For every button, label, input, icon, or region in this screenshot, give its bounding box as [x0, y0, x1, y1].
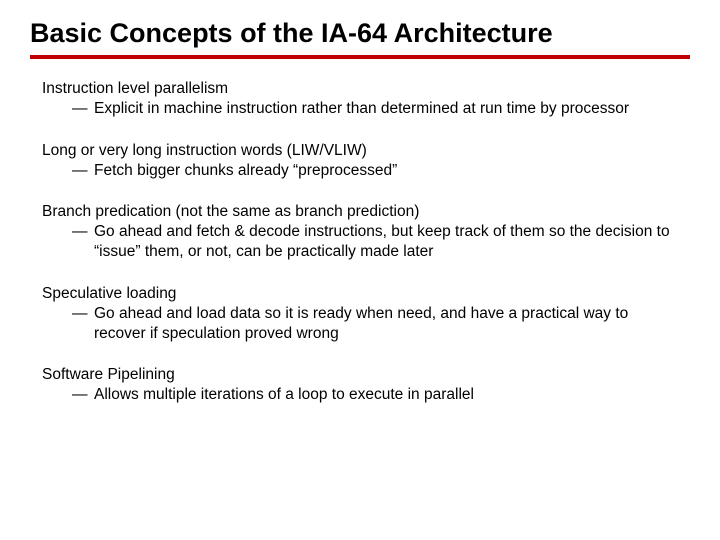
topic-sub: — Go ahead and load data so it is ready …: [30, 304, 690, 344]
topic-sub: — Go ahead and fetch & decode instructio…: [30, 222, 690, 262]
topic-vliw: Long or very long instruction words (LIW…: [30, 141, 690, 181]
topic-speculative: Speculative loading — Go ahead and load …: [30, 284, 690, 343]
topic-pipelining: Software Pipelining — Allows multiple it…: [30, 365, 690, 405]
slide-title: Basic Concepts of the IA-64 Architecture: [30, 18, 690, 59]
topic-sub-text: Allows multiple iterations of a loop to …: [94, 385, 680, 405]
bullet-dash-icon: —: [72, 385, 94, 405]
topic-sub-text: Fetch bigger chunks already “preprocesse…: [94, 161, 680, 181]
topic-sub: — Fetch bigger chunks already “preproces…: [30, 161, 690, 181]
slide-body: Instruction level parallelism — Explicit…: [30, 79, 690, 405]
topic-head: Instruction level parallelism: [30, 79, 690, 99]
bullet-dash-icon: —: [72, 222, 94, 262]
topic-head: Branch predication (not the same as bran…: [30, 202, 690, 222]
topic-head: Long or very long instruction words (LIW…: [30, 141, 690, 161]
topic-sub-text: Go ahead and load data so it is ready wh…: [94, 304, 680, 344]
topic-sub: — Explicit in machine instruction rather…: [30, 99, 690, 119]
slide: Basic Concepts of the IA-64 Architecture…: [0, 0, 720, 540]
bullet-dash-icon: —: [72, 304, 94, 344]
topic-predication: Branch predication (not the same as bran…: [30, 202, 690, 261]
bullet-dash-icon: —: [72, 161, 94, 181]
topic-sub-text: Go ahead and fetch & decode instructions…: [94, 222, 680, 262]
bullet-dash-icon: —: [72, 99, 94, 119]
topic-head: Speculative loading: [30, 284, 690, 304]
topic-head: Software Pipelining: [30, 365, 690, 385]
topic-ilp: Instruction level parallelism — Explicit…: [30, 79, 690, 119]
topic-sub: — Allows multiple iterations of a loop t…: [30, 385, 690, 405]
topic-sub-text: Explicit in machine instruction rather t…: [94, 99, 680, 119]
